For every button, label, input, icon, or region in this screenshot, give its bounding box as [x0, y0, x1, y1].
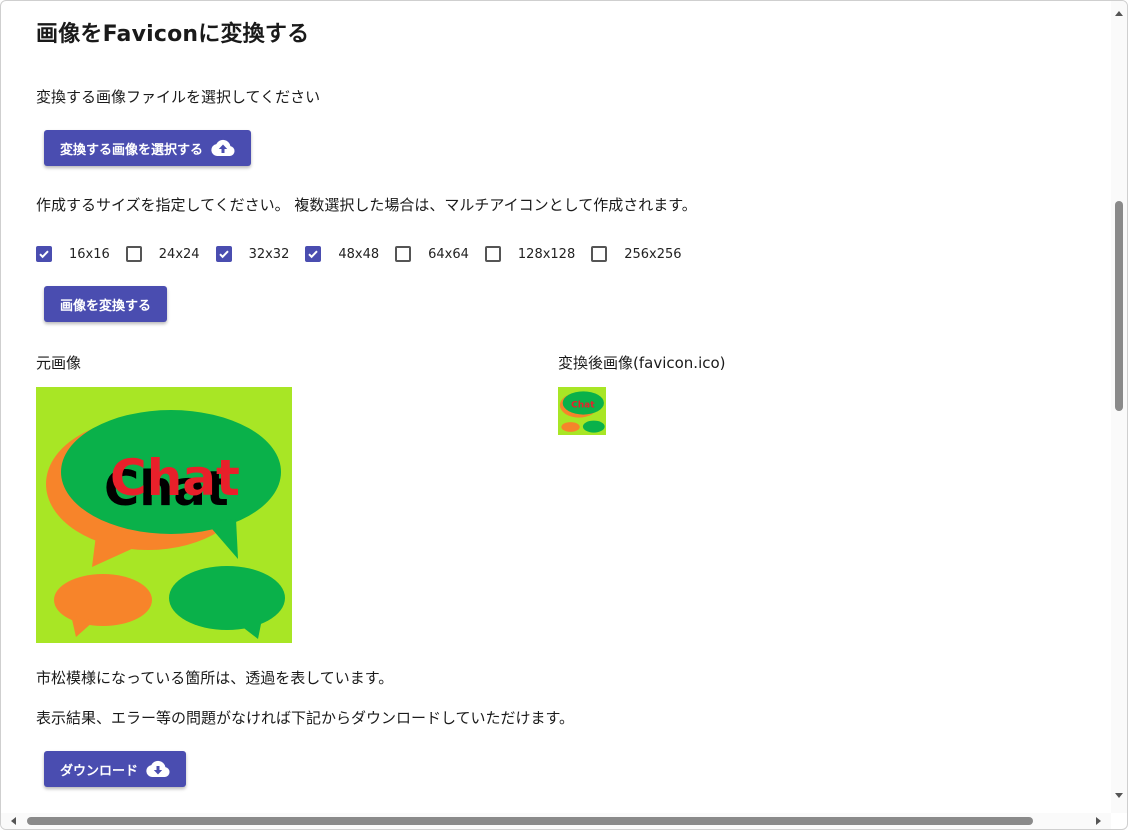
size-option-64x64[interactable]: 64x64	[395, 246, 469, 262]
download-button-label: ダウンロード	[60, 763, 139, 779]
scroll-left-arrow-icon[interactable]	[11, 817, 16, 825]
converted-favicon-image: Chat	[558, 387, 606, 435]
size-option-label: 24x24	[158, 246, 200, 262]
page-title: 画像をFaviconに変換する	[36, 22, 310, 47]
size-option-48x48[interactable]: 48x48	[305, 246, 379, 262]
select-image-button-label: 変換する画像を選択する	[60, 142, 204, 158]
convert-button[interactable]: 画像を変換する	[44, 286, 168, 322]
checkbox-unchecked-icon[interactable]	[395, 246, 412, 262]
size-options: 16x16 24x24 32x32 48x48 64x64 128x128 256x256	[36, 243, 698, 265]
scroll-right-arrow-icon[interactable]	[1096, 817, 1101, 825]
scroll-down-arrow-icon[interactable]	[1115, 793, 1123, 798]
transparency-note: 市松模様になっている箇所は、透過を表しています。	[36, 669, 394, 687]
size-option-label: 256x256	[624, 246, 682, 262]
size-option-label: 32x32	[248, 246, 290, 262]
size-option-label: 64x64	[428, 246, 469, 262]
select-image-button[interactable]: 変換する画像を選択する	[44, 130, 252, 166]
checkbox-unchecked-icon[interactable]	[125, 246, 142, 262]
size-prompt: 作成するサイズを指定してください。 複数選択した場合は、マルチアイコンとして作成…	[36, 196, 697, 214]
horizontal-scrollbar[interactable]	[1, 813, 1111, 829]
browser-frame: 画像をFaviconに変換する 変換する画像ファイルを選択してください 変換する…	[0, 0, 1128, 830]
convert-button-label: 画像を変換する	[60, 298, 152, 314]
download-note: 表示結果、エラー等の問題がなければ下記からダウンロードしていただけます。	[36, 709, 575, 727]
cloud-download-icon	[146, 760, 170, 777]
size-option-128x128[interactable]: 128x128	[484, 246, 576, 262]
page-content: 画像をFaviconに変換する 変換する画像ファイルを選択してください 変換する…	[1, 1, 1111, 813]
size-option-label: 48x48	[338, 246, 380, 262]
favicon-chat-text: Chat	[571, 400, 595, 410]
vertical-scroll-thumb[interactable]	[1115, 201, 1123, 411]
horizontal-scroll-thumb[interactable]	[27, 817, 1033, 825]
checkbox-unchecked-icon[interactable]	[484, 246, 501, 262]
original-image: Chat Chat	[36, 387, 292, 643]
original-image-label: 元画像	[36, 354, 82, 372]
checkbox-unchecked-icon[interactable]	[591, 246, 608, 262]
vertical-scrollbar[interactable]	[1111, 1, 1127, 813]
size-option-label: 16x16	[69, 246, 110, 262]
size-option-24x24[interactable]: 24x24	[125, 246, 200, 262]
cloud-upload-icon	[211, 139, 235, 156]
size-option-32x32[interactable]: 32x32	[215, 246, 290, 262]
converted-image-label: 変換後画像(favicon.ico)	[558, 354, 726, 372]
size-option-256x256[interactable]: 256x256	[591, 246, 682, 262]
download-button[interactable]: ダウンロード	[44, 751, 187, 787]
size-option-label: 128x128	[517, 246, 576, 262]
checkbox-checked-icon[interactable]	[36, 246, 52, 262]
size-option-16x16[interactable]: 16x16	[36, 246, 110, 262]
checkbox-checked-icon[interactable]	[215, 246, 232, 262]
scroll-up-arrow-icon[interactable]	[1115, 11, 1123, 16]
chat-text: Chat	[110, 449, 240, 507]
select-prompt: 変換する画像ファイルを選択してください	[36, 88, 321, 106]
checkbox-checked-icon[interactable]	[305, 246, 322, 262]
